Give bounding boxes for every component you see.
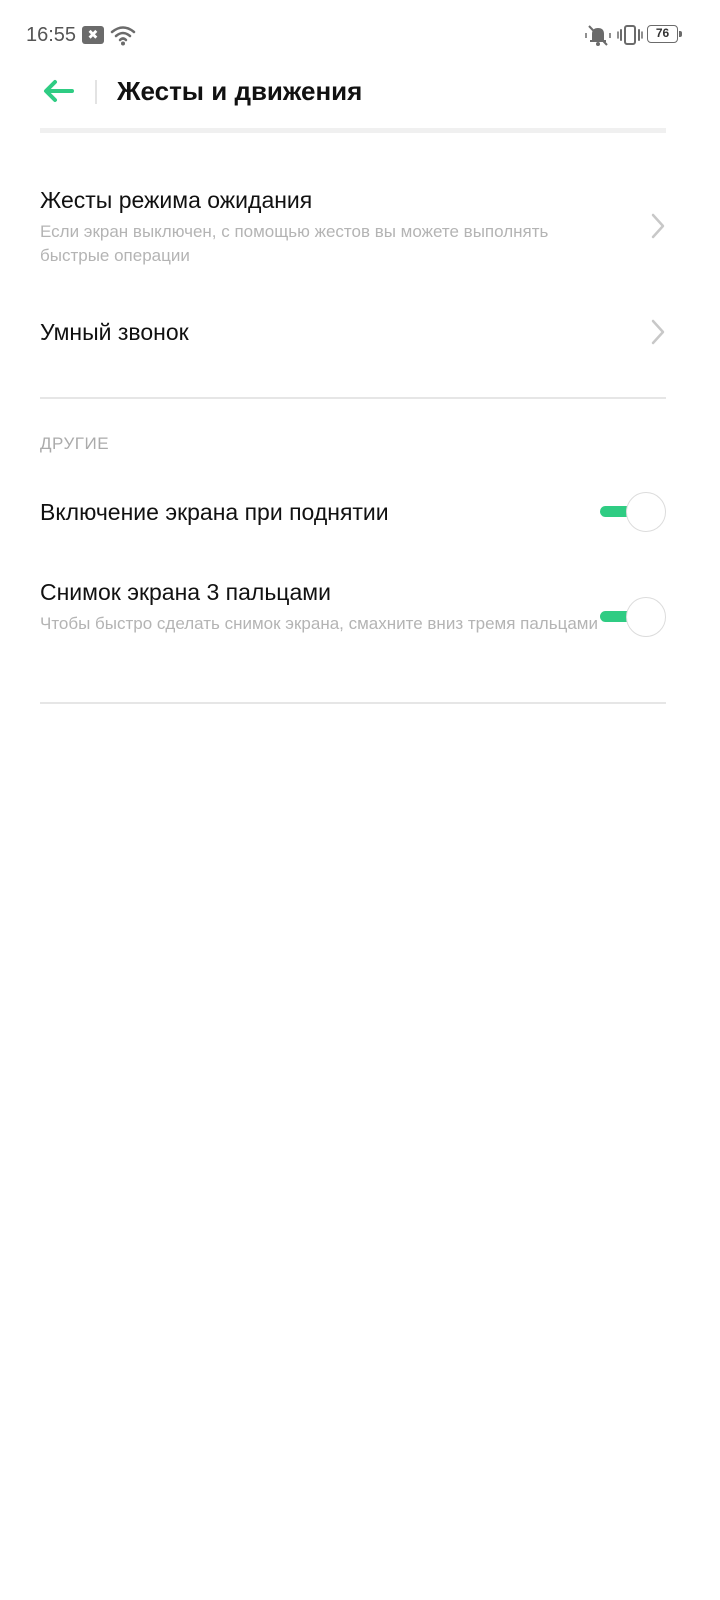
header-separator xyxy=(40,128,666,133)
settings-item-title: Снимок экрана 3 пальцами xyxy=(40,579,331,605)
toggle-knob xyxy=(626,492,666,532)
vibrate-icon xyxy=(617,25,643,45)
notification-icon: ✖ xyxy=(82,26,104,44)
three-finger-screenshot-toggle[interactable] xyxy=(600,597,666,637)
chevron-right-icon xyxy=(651,319,665,345)
settings-item-three-finger-screenshot[interactable]: Снимок экрана 3 пальцами Чтобы быстро сд… xyxy=(40,578,666,637)
settings-item-title: Жесты режима ожидания xyxy=(40,187,313,213)
settings-item-standby-gestures[interactable]: Жесты режима ожидания Если экран выключе… xyxy=(40,186,666,268)
app-header: Жесты и движения xyxy=(0,70,720,130)
settings-item-subtitle: Чтобы быстро сделать снимок экрана, смах… xyxy=(40,614,598,633)
settings-item-title: Включение экрана при поднятии xyxy=(40,499,389,525)
page-title: Жесты и движения xyxy=(117,76,363,106)
header-divider xyxy=(95,80,97,104)
toggle-knob xyxy=(626,597,666,637)
battery-icon: 76 xyxy=(647,25,682,43)
settings-item-raise-to-wake[interactable]: Включение экрана при поднятии xyxy=(40,492,666,532)
chevron-right-icon xyxy=(651,213,665,239)
settings-item-subtitle: Если экран выключен, с помощью жестов вы… xyxy=(40,222,549,265)
status-time: 16:55 xyxy=(26,24,77,46)
settings-item-smart-call[interactable]: Умный звонок xyxy=(40,318,666,346)
arrow-left-icon xyxy=(44,80,74,102)
section-divider xyxy=(40,702,666,704)
raise-to-wake-toggle[interactable] xyxy=(600,492,666,532)
mute-icon xyxy=(585,25,611,46)
section-divider xyxy=(40,397,666,399)
status-bar: 16:55 ✖ 76 xyxy=(0,0,720,70)
settings-item-title: Умный звонок xyxy=(40,319,189,345)
section-header-other: ДРУГИЕ xyxy=(40,434,110,453)
back-button[interactable] xyxy=(40,76,76,106)
wifi-icon xyxy=(110,26,136,46)
